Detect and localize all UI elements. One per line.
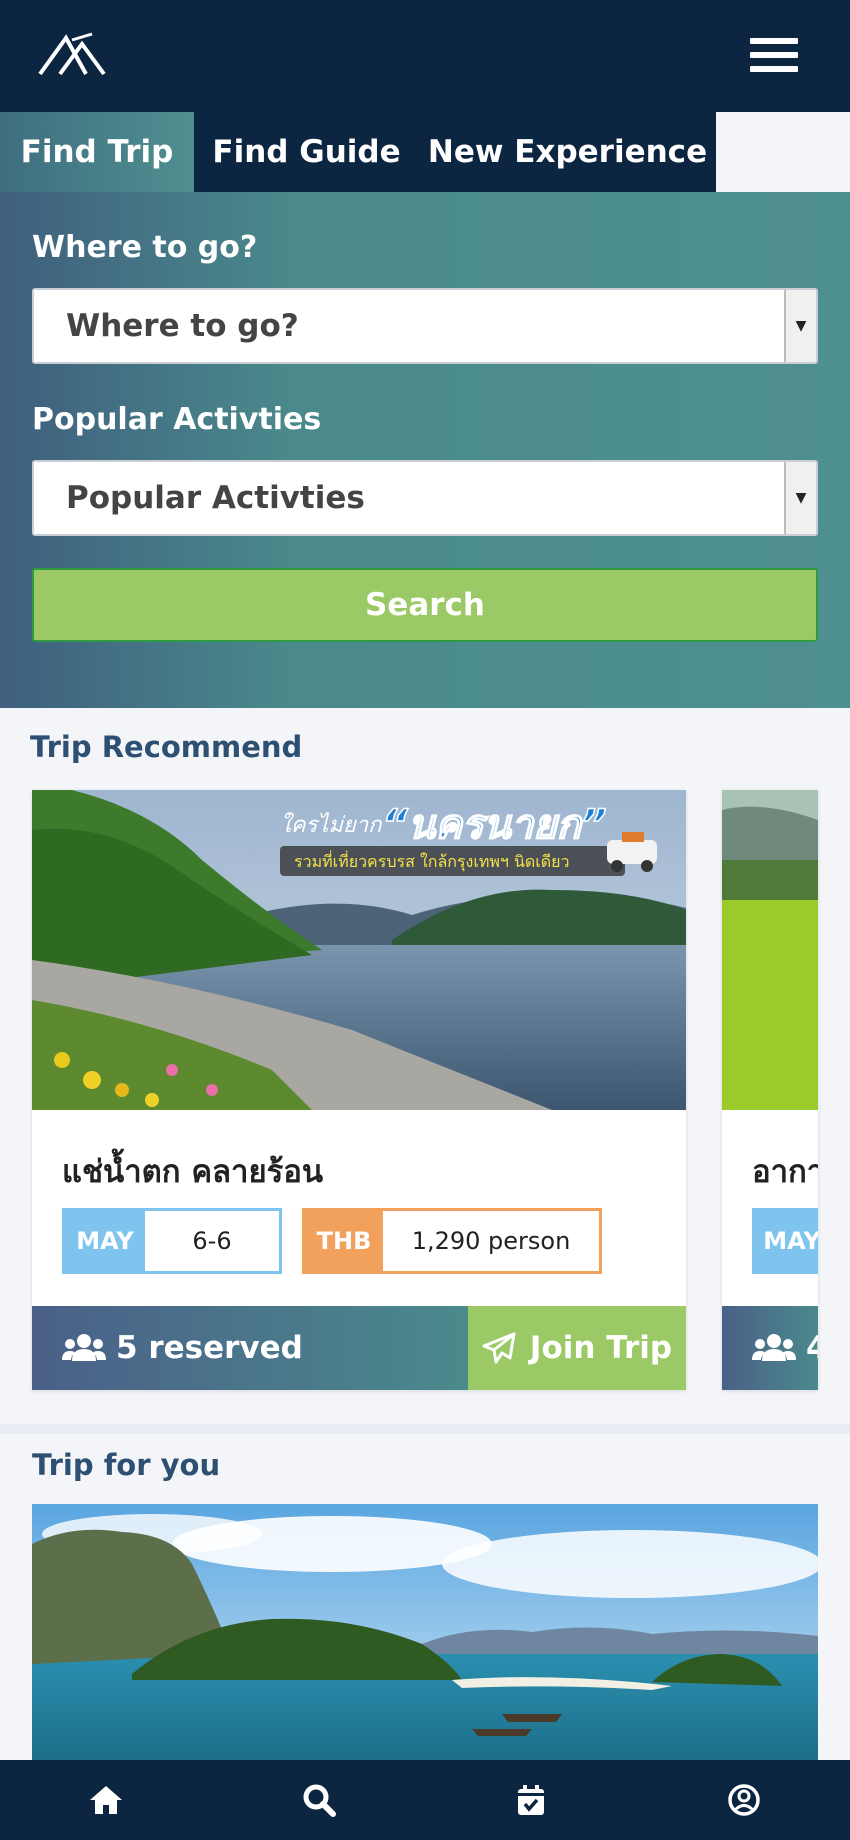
banner-small-text: ใครไม่ยาก — [280, 812, 383, 838]
trip-for-you-image[interactable] — [32, 1504, 818, 1760]
tab-new-experience[interactable]: New Experience — [419, 112, 716, 192]
date-range: 6-6 — [145, 1211, 279, 1271]
tab-find-trip[interactable]: Find Trip — [0, 112, 194, 192]
chevron-down-icon: ▼ — [784, 290, 816, 362]
banner-big-text: “นครนายก” — [382, 802, 607, 848]
user-circle-icon[interactable] — [714, 1770, 774, 1830]
date-badge: MAY 6-6 — [62, 1208, 282, 1274]
trip-card-title: อากา — [752, 1154, 818, 1190]
activities-select[interactable]: Popular Activties ▼ — [32, 460, 818, 536]
date-badge: MAY — [752, 1208, 818, 1274]
users-icon — [62, 1334, 106, 1361]
date-month: MAY — [65, 1211, 145, 1271]
reserved-count: 5 reserved — [32, 1306, 468, 1390]
price-currency: THB — [305, 1211, 383, 1271]
reserved-text: 4 — [806, 1330, 818, 1366]
date-month: MAY — [752, 1208, 818, 1274]
chevron-down-icon: ▼ — [784, 462, 816, 534]
logo-icon[interactable] — [36, 30, 108, 78]
where-select-value: Where to go? — [66, 308, 299, 344]
home-icon[interactable] — [76, 1770, 136, 1830]
section-divider — [0, 1424, 850, 1434]
trip-card-footer: 5 reserved Join Trip — [32, 1306, 686, 1390]
activities-select-value: Popular Activties — [66, 480, 365, 516]
trip-card-image: ใครไม่ยาก “นครนายก” รวมที่เที่ยวครบรส ใก… — [32, 790, 686, 1110]
search-tabs: Find Trip Find Guide New Experience — [0, 112, 850, 192]
calendar-check-icon[interactable] — [501, 1770, 561, 1830]
trip-card-title: แช่น้ำตก คลายร้อน — [62, 1154, 324, 1190]
price-badge: THB 1,290 person — [302, 1208, 602, 1274]
search-panel: Where to go? Where to go? ▼ Popular Acti… — [0, 192, 850, 708]
where-select[interactable]: Where to go? ▼ — [32, 288, 818, 364]
where-label: Where to go? — [32, 230, 258, 265]
trip-card[interactable]: อากา MAY 4 — [722, 790, 818, 1390]
search-icon[interactable] — [289, 1770, 349, 1830]
search-button[interactable]: Search — [32, 568, 818, 642]
trip-card[interactable]: ใครไม่ยาก “นครนายก” รวมที่เที่ยวครบรส ใก… — [32, 790, 686, 1390]
join-trip-label: Join Trip — [529, 1330, 673, 1366]
price-value: 1,290 person — [383, 1211, 599, 1271]
join-trip-button[interactable]: Join Trip — [468, 1306, 686, 1390]
trip-card-image — [722, 790, 818, 1110]
activities-label: Popular Activties — [32, 402, 322, 437]
menu-icon[interactable] — [750, 30, 798, 80]
reserved-text: 5 reserved — [116, 1330, 303, 1366]
trip-card-footer: 4 — [722, 1306, 818, 1390]
reserved-count: 4 — [722, 1306, 818, 1390]
users-icon — [752, 1334, 796, 1361]
bottom-nav — [0, 1760, 850, 1840]
tab-find-guide[interactable]: Find Guide — [194, 112, 419, 192]
top-bar — [0, 0, 850, 112]
paper-plane-icon — [482, 1332, 516, 1364]
banner-sub-text: รวมที่เที่ยวครบรส ใกล้กรุงเทพฯ นิดเดียว — [294, 850, 570, 872]
trip-for-you-title: Trip for you — [32, 1448, 221, 1482]
trip-recommend-title: Trip Recommend — [30, 730, 303, 764]
